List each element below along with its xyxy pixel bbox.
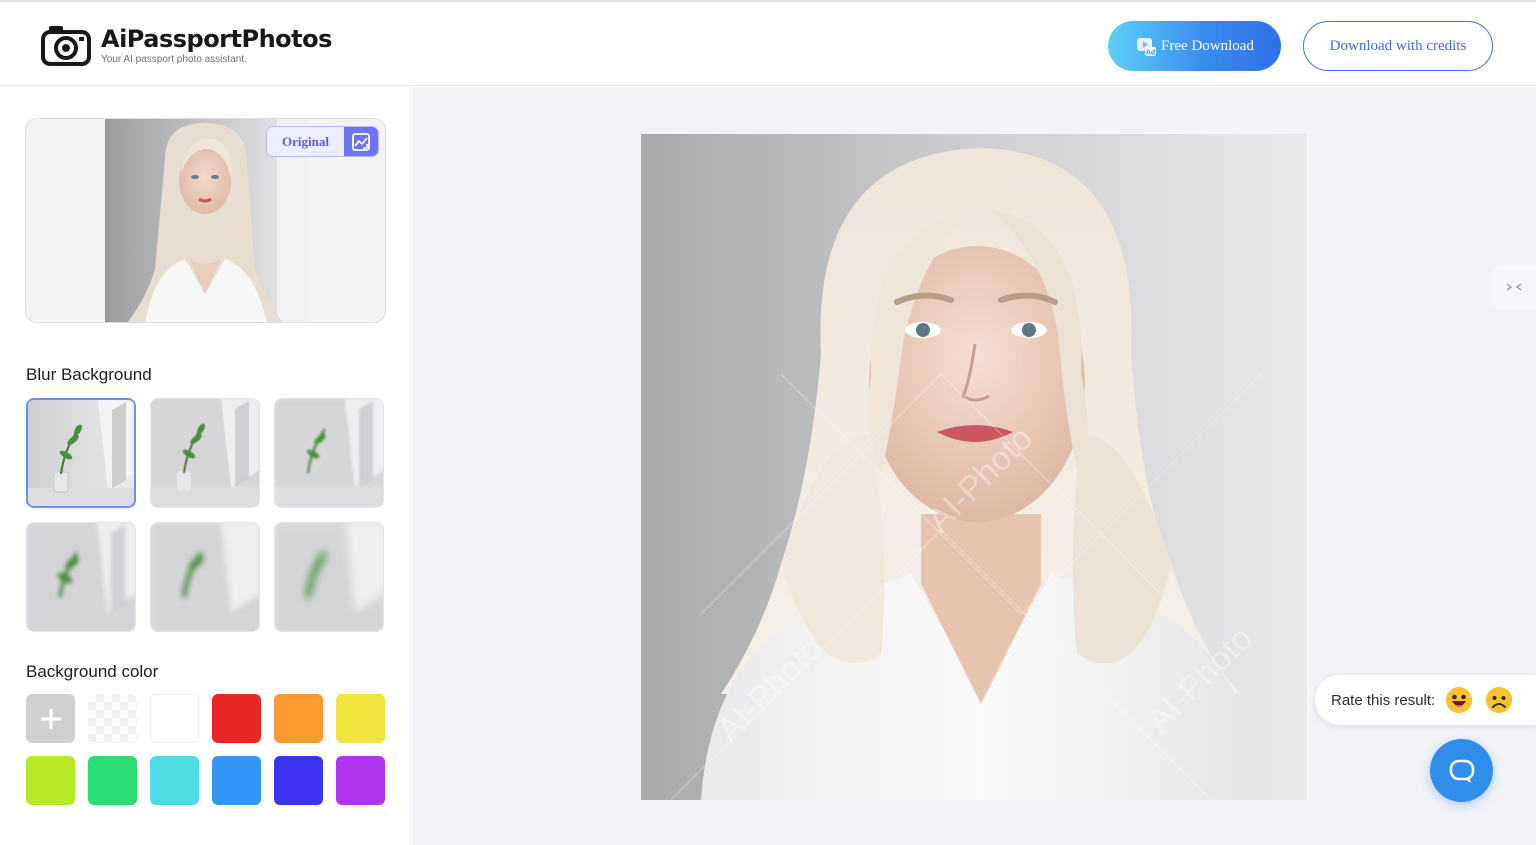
blur-option-4[interactable] <box>26 522 136 632</box>
color-swatch-green[interactable] <box>88 756 137 805</box>
brand-logo[interactable]: AiPassportPhotos Your AI passport photo … <box>41 24 332 66</box>
color-swatch-red[interactable] <box>212 694 261 743</box>
color-swatch-transparent[interactable] <box>88 694 137 743</box>
download-with-credits-button[interactable]: Download with credits <box>1303 21 1493 71</box>
happy-face-icon[interactable] <box>1445 686 1473 714</box>
blur-option-preview <box>27 523 135 631</box>
blur-option-2[interactable] <box>150 398 260 508</box>
ad-video-icon: Ad <box>1137 38 1157 57</box>
original-photo-card: Original <box>25 118 386 323</box>
collapse-arrows-icon <box>1506 283 1521 291</box>
brand-subtitle: Your AI passport photo assistant. <box>101 54 247 65</box>
blur-option-1[interactable] <box>26 398 136 508</box>
camera-logo-icon <box>41 26 91 66</box>
free-download-label: Free Download <box>1161 37 1254 54</box>
compare-image-icon[interactable] <box>344 127 378 156</box>
blur-background-title: Blur Background <box>26 365 152 384</box>
result-photo-preview: AI-Photo AI-Photo AI-Photo <box>641 134 1307 800</box>
color-swatch-lime[interactable] <box>26 756 75 805</box>
blur-option-preview <box>151 523 259 631</box>
blur-option-preview <box>275 523 383 631</box>
add-color-button[interactable] <box>26 694 75 743</box>
blur-option-6[interactable] <box>274 522 384 632</box>
color-swatch-yellow[interactable] <box>336 694 385 743</box>
color-swatch-cyan[interactable] <box>150 756 199 805</box>
color-swatch-indigo[interactable] <box>274 756 323 805</box>
rate-result-widget: Rate this result: <box>1315 675 1536 725</box>
svg-text:Ad: Ad <box>1146 50 1155 57</box>
chat-bubble-icon <box>1449 759 1474 783</box>
color-swatch-orange[interactable] <box>274 694 323 743</box>
blur-option-preview <box>151 399 259 507</box>
sad-face-icon[interactable] <box>1485 686 1513 714</box>
background-color-title: Background color <box>26 662 159 681</box>
color-swatch-blue[interactable] <box>212 756 261 805</box>
editor-sidebar: Original Blur Background Background colo… <box>0 87 410 845</box>
blur-option-5[interactable] <box>150 522 260 632</box>
rate-result-label: Rate this result: <box>1331 691 1436 709</box>
blur-option-preview <box>28 400 134 506</box>
download-credits-label: Download with credits <box>1329 37 1467 54</box>
color-swatch-purple[interactable] <box>336 756 385 805</box>
original-toggle[interactable]: Original <box>266 126 379 157</box>
original-toggle-label: Original <box>267 127 344 156</box>
top-header: AiPassportPhotos Your AI passport photo … <box>0 0 1536 86</box>
color-swatch-white[interactable] <box>150 694 199 743</box>
blur-option-3[interactable] <box>274 398 384 508</box>
blur-option-preview <box>275 399 383 507</box>
brand-title: AiPassportPhotos <box>101 25 332 53</box>
side-panel-toggle[interactable] <box>1491 265 1536 309</box>
preview-area: AI-Photo AI-Photo AI-Photo Rate this res… <box>411 87 1536 845</box>
free-download-button[interactable]: Ad Free Download <box>1108 21 1281 71</box>
chat-support-button[interactable] <box>1430 739 1493 802</box>
plus-icon <box>40 708 61 729</box>
